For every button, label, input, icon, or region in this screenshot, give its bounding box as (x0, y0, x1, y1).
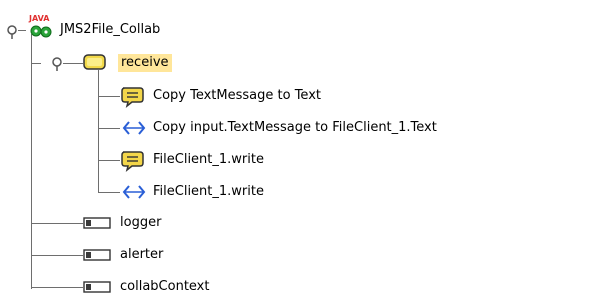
tree-line (98, 128, 120, 129)
root-node-label[interactable]: JMS2File_Collab (60, 21, 160, 39)
tree-line (98, 70, 99, 192)
expanded-handle-icon (52, 57, 62, 71)
java-badge: JAVA (28, 14, 50, 23)
tree-node-label[interactable]: Copy TextMessage to Text (153, 87, 321, 105)
expanded-handle-icon (7, 25, 17, 39)
tree-line (31, 34, 32, 289)
tree-line (18, 30, 26, 31)
tree-line (98, 192, 120, 193)
expand-toggle-receive[interactable] (51, 57, 63, 71)
tree-node-label[interactable]: FileClient_1.write (153, 183, 264, 201)
java-collaboration-icon[interactable]: JAVA (26, 12, 56, 44)
variable-icon[interactable] (83, 249, 113, 265)
tree-line (31, 287, 83, 288)
expand-toggle-root[interactable] (6, 25, 18, 39)
map-arrows-icon[interactable] (122, 184, 148, 204)
tree-line (63, 63, 83, 64)
gear-icon (30, 25, 52, 38)
tree-line (31, 255, 83, 256)
receive-node-label[interactable]: receive (118, 54, 172, 72)
folder-icon[interactable] (83, 52, 107, 76)
tree-node-label[interactable]: FileClient_1.write (153, 151, 264, 169)
variable-icon[interactable] (83, 281, 113, 297)
comment-bubble-icon[interactable] (120, 86, 146, 112)
tree-line (98, 160, 120, 161)
tree-line (98, 96, 120, 97)
tree-node-label[interactable]: alerter (120, 246, 163, 264)
tree-node-label[interactable]: collabContext (120, 278, 209, 296)
tree-line (31, 223, 83, 224)
tree-node-label[interactable]: logger (120, 214, 161, 232)
collaboration-tree: JAVA JMS2File_Collab receive Copy TextMe… (0, 0, 594, 297)
tree-line (31, 63, 41, 64)
tree-node-label[interactable]: Copy input.TextMessage to FileClient_1.T… (153, 119, 437, 137)
comment-bubble-icon[interactable] (120, 150, 146, 176)
map-arrows-icon[interactable] (122, 120, 148, 140)
variable-icon[interactable] (83, 217, 113, 233)
